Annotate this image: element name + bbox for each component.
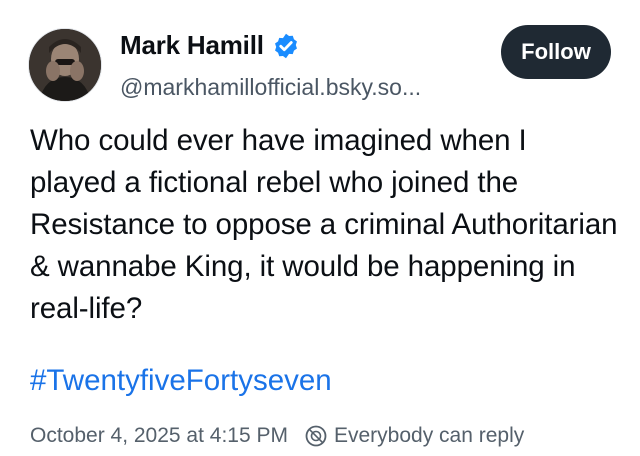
author-name[interactable]: Mark Hamill	[120, 30, 264, 61]
post-text: Who could ever have imagined when I play…	[30, 124, 618, 325]
reply-setting[interactable]: Everybody can reply	[304, 424, 524, 448]
verified-badge-icon	[274, 33, 297, 58]
avatar-image	[29, 29, 101, 101]
reply-setting-label: Everybody can reply	[334, 424, 525, 447]
author-handle[interactable]: @markhamillofficial.bsky.so...	[120, 74, 421, 101]
reply-restriction-icon	[305, 425, 327, 447]
hashtag-link[interactable]: #TwentyfiveFortyseven	[30, 364, 332, 398]
author-name-row: Mark Hamill	[120, 30, 300, 61]
post-timestamp[interactable]: October 4, 2025 at 4:15 PM	[30, 424, 288, 448]
post-meta: October 4, 2025 at 4:15 PM Everybody can…	[30, 424, 524, 448]
follow-button[interactable]: Follow	[501, 25, 611, 79]
avatar[interactable]	[28, 28, 102, 102]
